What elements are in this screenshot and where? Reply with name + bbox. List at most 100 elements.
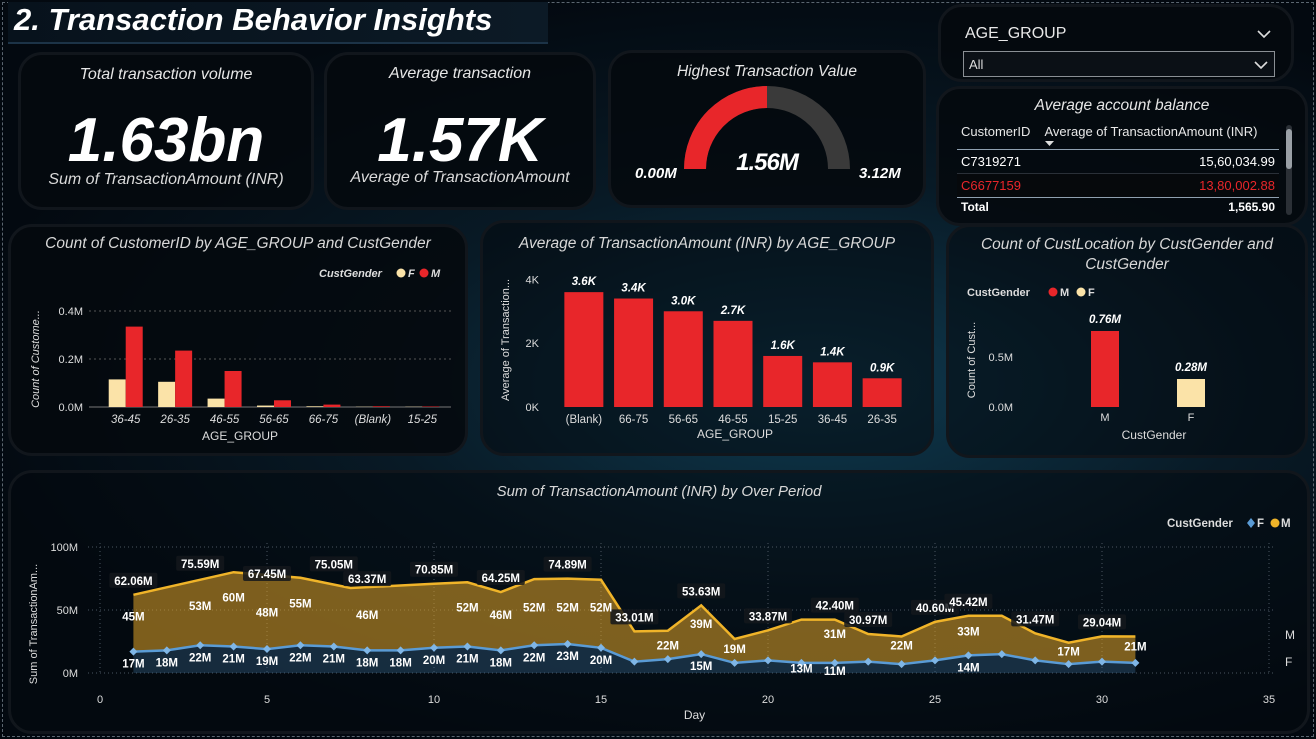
m-data-label: 39M (690, 619, 712, 631)
x-tick-label: 20 (762, 694, 774, 706)
data-label: 0.76M (1089, 314, 1121, 326)
m-data-label: 55M (289, 599, 311, 611)
m-data-label: 45M (122, 611, 144, 623)
table-row[interactable]: C6677159 13,80,002.88 (957, 173, 1279, 198)
table-total-row: Total 1,565.90 (957, 197, 1279, 217)
f-data-label: 20M (423, 655, 445, 667)
slicer-dropdown[interactable]: All (963, 51, 1275, 77)
data-label: 1.4K (820, 346, 845, 358)
gauge-min-label: 0.00M (635, 165, 677, 182)
m-data-label: 52M (590, 602, 612, 614)
bar-m (274, 400, 291, 407)
total-data-label: 33.01M (615, 612, 653, 624)
legend-title: CustGender (319, 268, 383, 280)
bar-m (175, 350, 193, 407)
age-group-slicer[interactable]: AGE_GROUP All (938, 4, 1294, 82)
legend-label: M (1060, 287, 1069, 299)
f-data-label: 18M (389, 657, 411, 669)
table-title: Average account balance (1034, 97, 1210, 114)
m-data-label: 19M (723, 644, 745, 656)
m-data-label: 52M (456, 602, 478, 614)
y-tick-label: 0K (526, 402, 540, 414)
balance-table-card: Average account balance CustomerID Avera… (936, 86, 1308, 226)
location-count-chart: 0.0M0.5M0.76MM0.28MFCustGenderCount of C… (966, 287, 1207, 442)
f-data-label: 18M (490, 657, 512, 669)
m-data-label: 31M (824, 629, 846, 641)
column-header[interactable]: Average of TransactionAmount (INR) (1041, 121, 1280, 150)
chevron-down-icon (1254, 61, 1268, 70)
column-header[interactable]: CustomerID (957, 121, 1041, 150)
kpi-title: Total transaction volume (79, 66, 253, 83)
m-data-label: 22M (657, 640, 679, 652)
total-data-label: 33.87M (749, 611, 787, 623)
f-data-label: 19M (256, 656, 278, 668)
f-data-label: 18M (156, 657, 178, 669)
x-tick-label: 15-25 (408, 414, 438, 426)
cell-amount: 13,80,002.88 (1199, 178, 1275, 193)
chevron-down-icon[interactable] (1257, 29, 1271, 39)
f-data-label: 14M (957, 662, 979, 674)
y-axis-label: Average of Transaction... (500, 279, 512, 401)
total-data-label: 31.47M (1016, 614, 1054, 626)
m-data-label: 17M (1057, 647, 1079, 659)
y-tick-label: 4K (526, 274, 540, 286)
x-tick-label: (Blank) (566, 414, 603, 426)
total-data-label: 74.89M (548, 560, 586, 572)
data-label: 0.9K (870, 362, 895, 374)
y-tick-label: 0.4M (59, 306, 83, 318)
legend-label: F (1088, 287, 1095, 299)
chart-card-avg-amount: Average of TransactionAmount (INR) by AG… (480, 220, 934, 456)
f-data-label: 22M (523, 652, 545, 664)
f-data-label: 13M (790, 664, 812, 676)
x-axis-label: AGE_GROUP (202, 429, 278, 443)
chart-card-location-count: Count of CustLocation by CustGender and … (946, 224, 1308, 458)
x-axis-label: CustGender (1122, 428, 1187, 442)
f-data-label: 11M (824, 666, 846, 678)
total-data-label: 62.06M (114, 576, 152, 588)
sort-desc-icon[interactable] (1044, 141, 1054, 146)
table-row[interactable]: C7319271 15,60,034.99 (957, 150, 1279, 174)
slicer-selected: All (969, 57, 984, 72)
chart-card-customer-count: Count of CustomerID by AGE_GROUP and Cus… (8, 224, 468, 456)
chart-card-over-period: Sum of TransactionAmount (INR) by Over P… (8, 470, 1310, 734)
x-tick-label: 46-55 (718, 414, 747, 426)
legend-marker (1247, 518, 1255, 528)
f-data-label: 23M (556, 651, 578, 663)
cell-customer-id: C7319271 (961, 154, 1021, 169)
y-tick-label: 0M (63, 668, 78, 680)
bar-f (257, 405, 274, 407)
y-tick-label: 0.5M (989, 352, 1013, 364)
legend-marker (396, 268, 406, 278)
data-label: 0.28M (1175, 362, 1207, 374)
gauge-card: Highest Transaction Value 1.56M 0.00M 3.… (608, 50, 926, 208)
x-tick-label: M (1100, 412, 1109, 424)
bar (1091, 331, 1119, 407)
bar-f (207, 398, 225, 407)
m-data-label: 60M (222, 592, 244, 604)
legend-marker (1048, 287, 1058, 297)
legend-title: CustGender (967, 287, 1031, 299)
x-tick-label: 66-75 (619, 414, 648, 426)
bar (713, 320, 753, 407)
bar (862, 378, 902, 407)
bar-m (224, 371, 242, 407)
f-data-label: 18M (356, 657, 378, 669)
scrollbar-thumb[interactable] (1286, 129, 1292, 169)
bar (763, 355, 803, 407)
x-tick-label: 66-75 (309, 414, 339, 426)
x-axis-label: Day (684, 708, 705, 722)
y-tick-label: 50M (57, 605, 78, 617)
total-data-label: 70.85M (415, 565, 453, 577)
f-data-label: 21M (456, 654, 478, 666)
data-label: 3.0K (671, 295, 696, 307)
m-data-label: 52M (523, 602, 545, 614)
m-data-label: 33M (957, 626, 979, 638)
legend-label: F (408, 268, 415, 280)
table-scrollbar[interactable] (1286, 125, 1292, 215)
bar-m (372, 406, 390, 407)
bar (663, 311, 703, 407)
f-data-label: 15M (690, 661, 712, 673)
slicer-label: AGE_GROUP (965, 25, 1067, 42)
x-tick-label: 46-55 (210, 414, 240, 426)
kpi-value: 1.63bn (67, 106, 265, 175)
